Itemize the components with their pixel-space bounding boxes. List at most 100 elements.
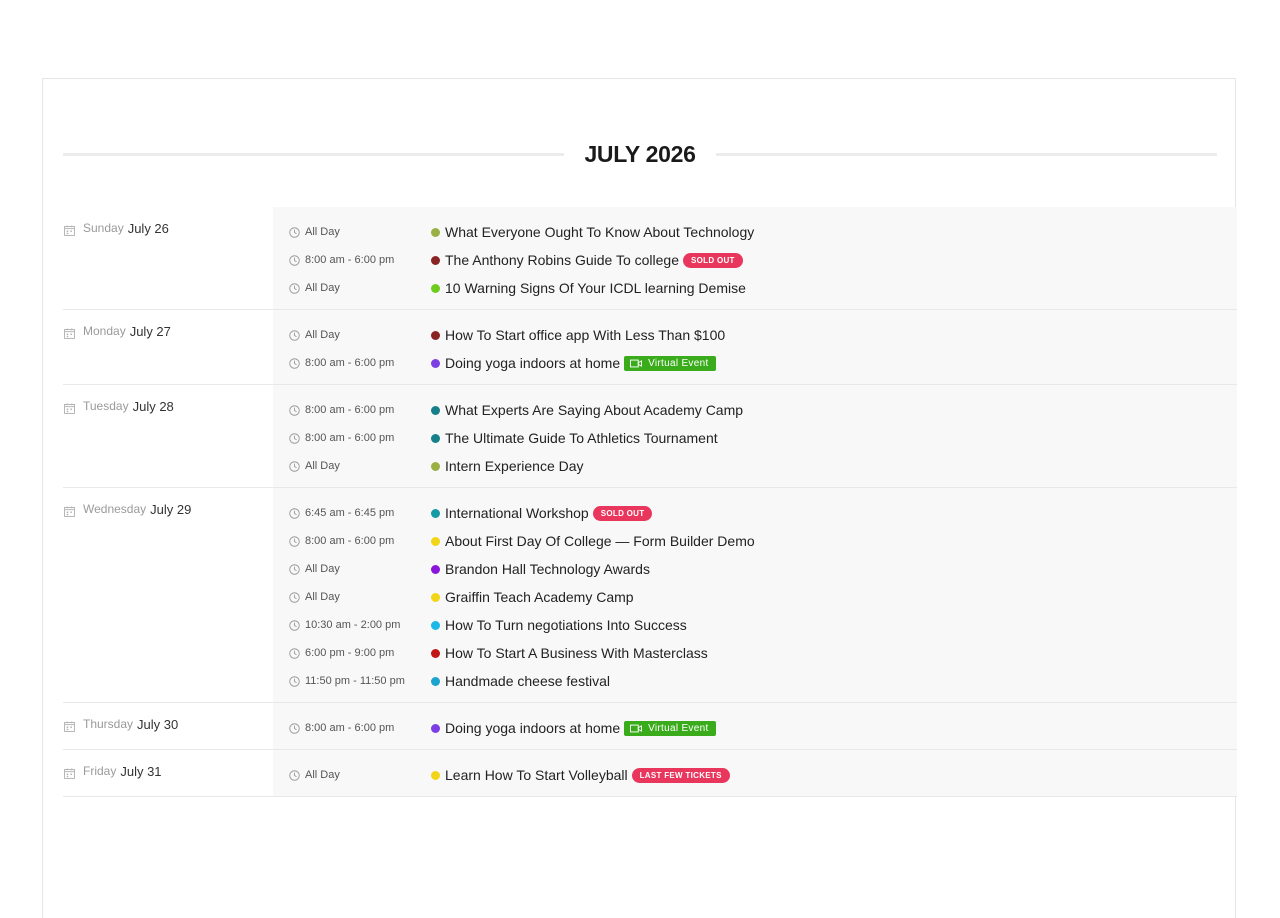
event-title-link[interactable]: 10 Warning Signs Of Your ICDL learning D… [445, 280, 746, 296]
clock-icon [289, 619, 300, 631]
day-events: 8:00 am - 6:00 pm Doing yoga indoors at h… [273, 703, 1237, 749]
clock-icon [289, 226, 300, 238]
event-time-text: All Day [305, 329, 340, 341]
event-title-link[interactable]: Doing yoga indoors at home [445, 720, 620, 736]
event-item[interactable]: 8:00 am - 6:00 pm The Ultimate Guide To A… [273, 424, 1237, 452]
event-time: 8:00 am - 6:00 pm [273, 357, 431, 369]
event-category-dot [431, 358, 440, 368]
clock-icon [289, 357, 300, 369]
event-category-dot [431, 227, 440, 237]
event-title-link[interactable]: The Ultimate Guide To Athletics Tourname… [445, 430, 718, 446]
calendar-icon [64, 326, 75, 339]
event-title-link[interactable]: About First Day Of College — Form Builde… [445, 533, 755, 549]
event-title-link[interactable]: The Anthony Robins Guide To college [445, 252, 679, 268]
event-item[interactable]: All Day How To Start office app With Less… [273, 321, 1237, 349]
event-list-panel: JULY 2026 Sunday July 26 All Day What Every… [42, 78, 1237, 918]
day-row: Monday July 27 All Day How To Start office … [63, 310, 1237, 385]
event-title-link[interactable]: What Everyone Ought To Know About Techno… [445, 224, 754, 240]
event-item[interactable]: 8:00 am - 6:00 pm Doing yoga indoors at h… [273, 349, 1237, 377]
event-item[interactable]: 8:00 am - 6:00 pm About First Day Of Coll… [273, 527, 1237, 555]
clock-icon [289, 769, 300, 781]
event-item[interactable]: 11:50 pm - 11:50 pm Handmade cheese festi… [273, 667, 1237, 695]
day-label: Sunday July 26 [63, 207, 273, 309]
event-category-dot [431, 255, 440, 265]
event-time: 10:30 am - 2:00 pm [273, 619, 431, 631]
event-title-link[interactable]: Graiffin Teach Academy Camp [445, 589, 634, 605]
video-camera-icon [630, 359, 643, 368]
month-header: JULY 2026 [63, 139, 1217, 169]
event-category-dot [431, 676, 440, 686]
event-category-dot [431, 592, 440, 602]
day-weekday: Sunday [83, 221, 124, 235]
clock-icon [289, 507, 300, 519]
event-time: All Day [273, 460, 431, 472]
event-title-link[interactable]: Handmade cheese festival [445, 673, 610, 689]
event-time: All Day [273, 591, 431, 603]
day-events: 8:00 am - 6:00 pm What Experts Are Saying… [273, 385, 1237, 487]
calendar-icon [64, 766, 75, 779]
event-time-text: All Day [305, 769, 340, 781]
event-item[interactable]: 8:00 am - 6:00 pm What Experts Are Saying… [273, 396, 1237, 424]
event-time-text: All Day [305, 563, 340, 575]
event-time-text: 8:00 am - 6:00 pm [305, 404, 395, 416]
day-row: Friday July 31 All Day Learn How To Start V… [63, 750, 1237, 797]
day-row: Sunday July 26 All Day What Everyone Ought … [63, 207, 1237, 310]
clock-icon [289, 591, 300, 603]
event-title-link[interactable]: Learn How To Start Volleyball [445, 767, 628, 783]
event-category-dot [431, 508, 440, 518]
event-item[interactable]: All Day Graiffin Teach Academy Camp [273, 583, 1237, 611]
event-category-dot [431, 283, 440, 293]
header-rule-right [715, 152, 1217, 156]
event-time: 8:00 am - 6:00 pm [273, 535, 431, 547]
event-item[interactable]: 8:00 am - 6:00 pm Doing yoga indoors at h… [273, 714, 1237, 742]
event-title-link[interactable]: International Workshop [445, 505, 589, 521]
event-item[interactable]: All Day What Everyone Ought To Know About… [273, 218, 1237, 246]
event-time-text: All Day [305, 282, 340, 294]
event-item[interactable]: 6:00 pm - 9:00 pm How To Start A Business… [273, 639, 1237, 667]
day-date: July 27 [129, 324, 171, 339]
virtual-event-badge: Virtual Event [624, 355, 716, 371]
event-time-text: 6:00 pm - 9:00 pm [305, 647, 395, 659]
event-time: 6:00 pm - 9:00 pm [273, 647, 431, 659]
day-date: July 28 [132, 399, 174, 414]
event-time: All Day [273, 329, 431, 341]
event-time-text: 6:45 am - 6:45 pm [305, 507, 395, 519]
event-title-link[interactable]: Brandon Hall Technology Awards [445, 561, 650, 577]
event-title-link[interactable]: Doing yoga indoors at home [445, 355, 620, 371]
event-item[interactable]: All Day Intern Experience Day [273, 452, 1237, 480]
clock-icon [289, 675, 300, 687]
day-date: July 26 [127, 221, 169, 236]
event-time: 8:00 am - 6:00 pm [273, 404, 431, 416]
event-time: 11:50 pm - 11:50 pm [273, 675, 431, 687]
event-category-dot [431, 564, 440, 574]
event-item[interactable]: 10:30 am - 2:00 pm How To Turn negotiatio… [273, 611, 1237, 639]
event-status-badge: SOLD OUT [683, 252, 743, 268]
event-time-text: 8:00 am - 6:00 pm [305, 535, 395, 547]
event-category-dot [431, 433, 440, 443]
event-title-link[interactable]: Intern Experience Day [445, 458, 584, 474]
event-time-text: 8:00 am - 6:00 pm [305, 722, 395, 734]
event-item[interactable]: 8:00 am - 6:00 pm The Anthony Robins Guid… [273, 246, 1237, 274]
clock-icon [289, 647, 300, 659]
event-title-link[interactable]: How To Start office app With Less Than $… [445, 327, 725, 343]
event-category-dot [431, 770, 440, 780]
event-time-text: All Day [305, 460, 340, 472]
clock-icon [289, 404, 300, 416]
event-title-link[interactable]: What Experts Are Saying About Academy Ca… [445, 402, 743, 418]
event-item[interactable]: All Day 10 Warning Signs Of Your ICDL lea… [273, 274, 1237, 302]
event-item[interactable]: All Day Brandon Hall Technology Awards [273, 555, 1237, 583]
event-title-link[interactable]: How To Turn negotiations Into Success [445, 617, 687, 633]
calendar-icon [64, 223, 75, 236]
event-time-text: 11:50 pm - 11:50 pm [305, 675, 405, 687]
calendar-icon [64, 504, 75, 517]
event-time: 6:45 am - 6:45 pm [273, 507, 431, 519]
event-title-link[interactable]: How To Start A Business With Masterclass [445, 645, 708, 661]
event-item[interactable]: All Day Learn How To Start Volleyball LAST… [273, 761, 1237, 789]
event-time: 8:00 am - 6:00 pm [273, 254, 431, 266]
day-row: Wednesday July 29 6:45 am - 6:45 pm Interna… [63, 488, 1237, 703]
day-label: Wednesday July 29 [63, 488, 273, 702]
clock-icon [289, 282, 300, 294]
event-item[interactable]: 6:45 am - 6:45 pm International Workshop S… [273, 499, 1237, 527]
day-label: Thursday July 30 [63, 703, 273, 749]
day-row: Tuesday July 28 8:00 am - 6:00 pm What Expe… [63, 385, 1237, 488]
